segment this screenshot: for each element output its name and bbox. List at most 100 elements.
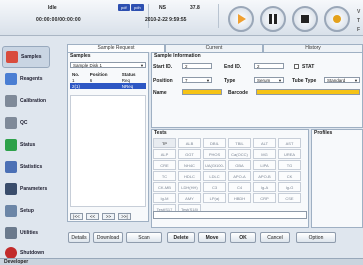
- barcode-field[interactable]: [256, 89, 360, 95]
- test-cell[interactable]: Ca(OCC): [228, 149, 251, 159]
- cancel-button[interactable]: Cancel: [260, 232, 290, 243]
- sample-tube-icon: [6, 51, 18, 63]
- sidebar-item-statistics[interactable]: Statistics: [2, 156, 50, 178]
- temperature-value: 37.8: [190, 5, 200, 11]
- test-cell[interactable]: GGT: [178, 149, 201, 159]
- last-page-button[interactable]: >>|: [118, 213, 131, 220]
- prev-page-button[interactable]: <<: [86, 213, 99, 220]
- start-id-field[interactable]: 2: [182, 63, 212, 69]
- name-field[interactable]: [182, 89, 222, 95]
- test-cell[interactable]: CRE: [153, 160, 176, 170]
- ok-button[interactable]: OK: [230, 232, 256, 243]
- parameters-icon: [5, 183, 17, 195]
- test-cell[interactable]: ALB: [178, 138, 201, 148]
- next-page-button[interactable]: >>: [102, 213, 115, 220]
- test-cell[interactable]: C4: [228, 182, 251, 192]
- test-cell[interactable]: HBDH: [228, 193, 251, 203]
- scan-button[interactable]: Scan: [126, 232, 162, 243]
- test-cell[interactable]: APO-A: [228, 171, 251, 181]
- position-select[interactable]: 7 ▼: [182, 77, 212, 83]
- sidebar-item-calibration[interactable]: Calibration: [2, 90, 50, 112]
- pdf-indicator: pdf: [118, 4, 130, 11]
- test-cell[interactable]: HDLC: [178, 171, 201, 181]
- test-cell[interactable]: ALT: [253, 138, 276, 148]
- test-cell[interactable]: TC: [153, 171, 176, 181]
- chevron-down-icon: ▼: [354, 78, 358, 83]
- table-row[interactable]: 2(1) NReq: [70, 83, 146, 89]
- tests-title: Tests: [154, 130, 167, 136]
- test-cell[interactable]: APO-B: [253, 171, 276, 181]
- move-button[interactable]: Move: [198, 232, 226, 243]
- test-cell[interactable]: CRP: [253, 193, 276, 203]
- test-cell[interactable]: UA(Gt100-Pb): [203, 160, 226, 177]
- start-button[interactable]: [228, 6, 254, 32]
- stop-button[interactable]: [292, 6, 318, 32]
- test-cell[interactable]: TBIL: [228, 138, 251, 148]
- pause-button[interactable]: [260, 6, 286, 32]
- sidebar-item-setup[interactable]: Setup: [2, 200, 50, 222]
- stat-checkbox[interactable]: [294, 64, 299, 69]
- sidebar-item-utilities[interactable]: Utilities: [2, 222, 50, 244]
- first-page-button[interactable]: |<<: [70, 213, 83, 220]
- download-button[interactable]: Download: [93, 232, 123, 243]
- divider: [148, 4, 149, 28]
- test-cell[interactable]: Ig-M: [153, 193, 176, 203]
- play-icon: [238, 14, 246, 24]
- test-cell[interactable]: LIPA: [253, 160, 276, 170]
- test-cell[interactable]: DBIL: [203, 138, 226, 148]
- test-cell[interactable]: MG: [253, 149, 276, 159]
- test-cell[interactable]: TP: [153, 138, 176, 148]
- emergency-button[interactable]: [324, 6, 350, 32]
- test-cell[interactable]: CK: [278, 171, 301, 181]
- sidebar-item-qc[interactable]: QC: [2, 112, 50, 134]
- option-button[interactable]: Option: [296, 232, 336, 243]
- test-cell[interactable]: LDH(HH): [178, 182, 201, 192]
- sidebar-item-reagents[interactable]: Reagents: [2, 68, 50, 90]
- utilities-icon: [5, 227, 17, 239]
- delete-button[interactable]: Delete: [167, 232, 195, 243]
- tab-history[interactable]: History: [263, 44, 363, 52]
- stop-icon: [301, 15, 309, 23]
- run-timer: 00:00:00/00:00:00: [36, 17, 81, 23]
- test-cell[interactable]: AMY: [178, 193, 201, 203]
- details-button[interactable]: Details: [68, 232, 90, 243]
- type-select[interactable]: Serum ▼: [254, 77, 284, 83]
- chevron-down-icon: ▼: [278, 78, 282, 83]
- test-cell[interactable]: Ig-G: [278, 182, 301, 192]
- test-cell[interactable]: PHOS: [203, 149, 226, 159]
- sidebar-item-samples[interactable]: Samples: [2, 46, 50, 68]
- tab-current[interactable]: Current: [165, 44, 263, 52]
- test-cell[interactable]: ALP: [153, 149, 176, 159]
- test-cell[interactable]: Ig-A: [253, 182, 276, 192]
- test-cell[interactable]: NH4C: [178, 160, 201, 170]
- right-status-letters: V T F: [357, 9, 361, 33]
- test-input[interactable]: [153, 211, 307, 219]
- tube-type-select[interactable]: Standard ▼: [324, 77, 360, 83]
- end-id-label: End ID.: [224, 64, 242, 70]
- sidebar-item-parameters[interactable]: Parameters: [2, 178, 50, 200]
- test-cell[interactable]: GBA: [228, 160, 251, 170]
- stat-label: STAT: [302, 64, 315, 70]
- test-cell[interactable]: TG: [278, 160, 301, 170]
- reagent-bottle-icon: [5, 73, 17, 85]
- top-status-bar: Idle 00:00:00/00:00:00 pdf pdh NS 37.8 2…: [0, 0, 363, 36]
- profiles-title: Profiles: [314, 130, 333, 136]
- test-cell[interactable]: AST: [278, 138, 301, 148]
- end-id-field[interactable]: 2: [254, 63, 284, 69]
- test-cell[interactable]: C3: [203, 182, 226, 192]
- test-cell[interactable]: LP(a): [203, 193, 226, 203]
- test-cell[interactable]: CSE: [278, 193, 301, 203]
- chevron-down-icon: ▼: [140, 63, 144, 68]
- sidebar-item-status[interactable]: Status: [2, 134, 50, 156]
- ns-label: NS: [159, 5, 166, 11]
- tab-bar: Sample Request Current History: [67, 44, 363, 52]
- sample-disk-select[interactable]: Sample Disk 1 ▼: [70, 62, 146, 68]
- tab-sample-request[interactable]: Sample Request: [67, 44, 165, 52]
- test-cell[interactable]: LDLC: [203, 171, 226, 181]
- chevron-down-icon: ▼: [206, 78, 210, 83]
- test-cell[interactable]: UREA: [278, 149, 301, 159]
- footer-user: Developer: [4, 259, 29, 265]
- qc-icon: [5, 117, 17, 129]
- test-cell[interactable]: CK-MB: [153, 182, 176, 192]
- start-id-label: Start ID.: [153, 64, 173, 70]
